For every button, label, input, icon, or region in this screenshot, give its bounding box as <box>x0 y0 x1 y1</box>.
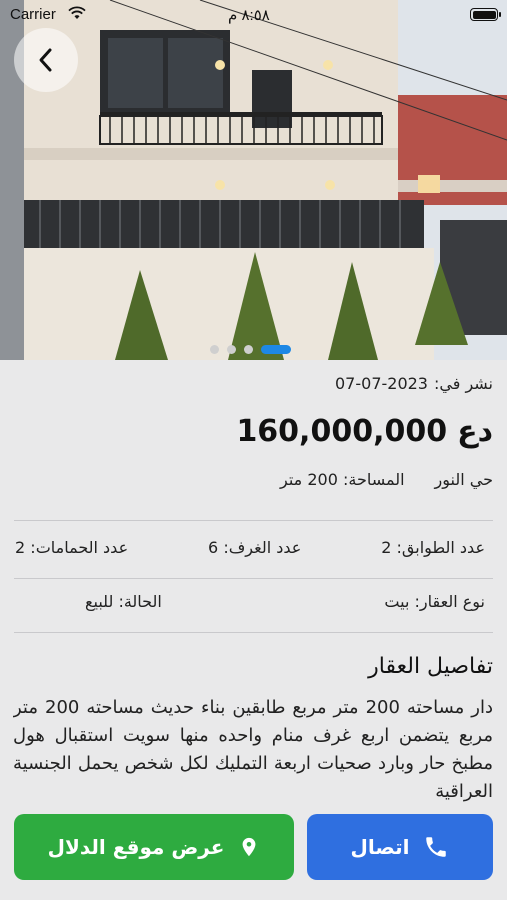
price: دع 160,000,000 <box>236 414 493 449</box>
divider <box>14 632 493 633</box>
published-label: نشر في: <box>433 374 493 393</box>
status-bar: Carrier ٨:٥٨ م <box>0 0 507 30</box>
baths-value: 2 <box>15 538 26 557</box>
property-status: الحالة: للبيع <box>85 592 162 611</box>
floors: عدد الطوابق: 2 <box>381 538 485 557</box>
status-label: الحالة: <box>118 592 162 611</box>
baths: عدد الحمامات: 2 <box>15 538 128 557</box>
show-agent-location-button[interactable]: عرض موقع الدلال <box>14 814 294 880</box>
divider <box>14 578 493 579</box>
gallery-page-indicator <box>210 344 291 354</box>
location-area-row: حي النور المساحة: 200 متر <box>280 470 493 489</box>
price-currency: دع <box>457 414 493 449</box>
property-type: نوع العقار: بيت <box>384 592 485 611</box>
description-text: دار مساحته 200 متر مربع طابقين بناء حديث… <box>13 697 493 802</box>
published-date: 07-07-2023 <box>335 374 428 393</box>
rooms: عدد الغرف: 6 <box>208 538 301 557</box>
chevron-left-icon <box>39 48 52 72</box>
location-label: عرض موقع الدلال <box>47 835 225 859</box>
battery-tip <box>499 12 501 17</box>
floors-value: 2 <box>381 538 392 557</box>
page-dot[interactable] <box>210 344 219 354</box>
page-dot[interactable] <box>227 344 236 354</box>
clock: ٨:٥٨ م <box>228 7 270 24</box>
carrier-label: Carrier <box>10 6 56 23</box>
rooms-label: عدد الغرف: <box>223 538 302 557</box>
neighborhood: حي النور <box>434 470 493 489</box>
area: المساحة: 200 متر <box>280 470 405 489</box>
specs-row: عدد الطوابق: 2 عدد الغرف: 6 عدد الحمامات… <box>15 538 485 557</box>
floors-label: عدد الطوابق: <box>396 538 486 557</box>
type-value: بيت <box>384 592 410 611</box>
battery-icon <box>470 8 498 21</box>
price-value: 160,000,000 <box>236 414 448 449</box>
call-label: اتصال <box>350 835 410 859</box>
published-row: نشر في: 07-07-2023 <box>335 374 493 393</box>
type-status-row: نوع العقار: بيت الحالة: للبيع <box>85 592 485 611</box>
area-label: المساحة: <box>342 470 405 489</box>
location-pin-icon <box>242 837 256 857</box>
rooms-value: 6 <box>208 538 219 557</box>
page-dot[interactable] <box>244 344 253 354</box>
area-value: 200 متر <box>280 470 338 489</box>
baths-label: عدد الحمامات: <box>30 538 129 557</box>
divider <box>14 520 493 521</box>
page-dot-active[interactable] <box>261 344 291 354</box>
details-title: تفاصيل العقار <box>368 654 493 679</box>
back-button[interactable] <box>14 28 78 92</box>
status-value: للبيع <box>85 592 114 611</box>
wifi-icon <box>68 6 86 19</box>
type-label: نوع العقار: <box>414 592 485 611</box>
call-button[interactable]: اتصال <box>307 814 493 880</box>
phone-icon <box>426 837 447 857</box>
